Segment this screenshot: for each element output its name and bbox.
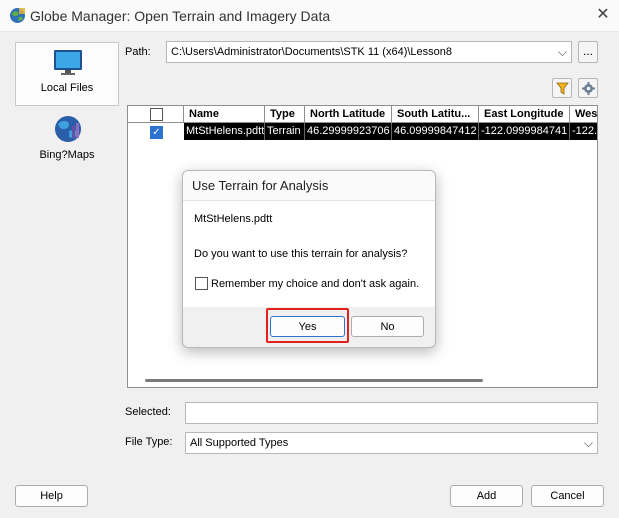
help-button[interactable]: Help [15, 485, 88, 507]
column-header-north-latitude[interactable]: North Latitude [305, 106, 392, 122]
browse-button[interactable]: ... [578, 41, 598, 63]
add-button[interactable]: Add [450, 485, 523, 507]
no-button[interactable]: No [351, 316, 424, 337]
column-header-name[interactable]: Name [184, 106, 265, 122]
close-icon[interactable]: ✕ [594, 6, 612, 24]
sidebar-item-local-files[interactable]: Local Files [15, 42, 119, 106]
cell-south-latitude: 46.09999847412 [392, 123, 479, 140]
sidebar-item-label: Bing?Maps [39, 149, 95, 161]
filter-button[interactable] [552, 78, 572, 98]
selected-field[interactable] [185, 402, 598, 424]
remember-choice-label[interactable]: Remember my choice and don't ask again. [211, 278, 419, 290]
row-select-cell: ✓ [128, 123, 184, 140]
row-checkbox[interactable]: ✓ [150, 126, 163, 139]
monitor-icon [54, 50, 82, 75]
dialog-body: MtStHelens.pdtt Do you want to use this … [183, 201, 435, 307]
globe-icon [55, 116, 81, 142]
remember-choice-checkbox[interactable] [195, 277, 208, 290]
globe-app-icon [10, 8, 25, 23]
column-header-type[interactable]: Type [265, 106, 305, 122]
dialog-title-bar: Use Terrain for Analysis [183, 171, 435, 201]
horizontal-scrollbar[interactable] [145, 379, 483, 382]
dialog-question: Do you want to use this terrain for anal… [194, 248, 408, 260]
sidebar-item-bing-maps[interactable]: Bing?Maps [15, 110, 119, 166]
window-title: Globe Manager: Open Terrain and Imagery … [30, 8, 331, 24]
sidebar-item-label: Local Files [40, 82, 94, 94]
gear-icon [582, 82, 595, 95]
chevron-down-icon: ⌵ [557, 45, 567, 59]
cell-name: MtStHelens.pdtt [184, 123, 265, 140]
dialog-filename: MtStHelens.pdtt [194, 213, 273, 225]
yes-button[interactable]: Yes [270, 316, 345, 337]
table-row[interactable]: ✓ MtStHelens.pdtt Terrain 46.29999923706… [128, 123, 597, 140]
cell-north-latitude: 46.29999923706 [305, 123, 392, 140]
path-value: C:\Users\Administrator\Documents\STK 11 … [171, 46, 453, 58]
grid-header: Name Type North Latitude South Latitu...… [128, 106, 597, 123]
file-type-label: File Type: [125, 436, 173, 448]
cancel-button[interactable]: Cancel [531, 485, 604, 507]
chevron-down-icon: ⌵ [583, 436, 593, 450]
column-header-select[interactable] [128, 106, 184, 122]
file-type-select[interactable]: All Supported Types ⌵ [185, 432, 598, 454]
path-label: Path: [125, 46, 151, 58]
column-header-east-longitude[interactable]: East Longitude [479, 106, 570, 122]
path-combo[interactable]: C:\Users\Administrator\Documents\STK 11 … [166, 41, 572, 63]
cell-type: Terrain [265, 123, 305, 140]
file-type-value: All Supported Types [190, 437, 289, 449]
dialog-title: Use Terrain for Analysis [192, 178, 329, 193]
use-terrain-dialog: Use Terrain for Analysis MtStHelens.pdtt… [182, 170, 436, 348]
cell-east-longitude: -122.0999984741 [479, 123, 570, 140]
title-bar: Globe Manager: Open Terrain and Imagery … [0, 0, 619, 32]
cell-west-longitude: -122.3 [570, 123, 597, 140]
select-all-checkbox[interactable] [150, 108, 163, 121]
column-header-south-latitude[interactable]: South Latitu... [392, 106, 479, 122]
selected-label: Selected: [125, 406, 171, 418]
filter-icon [556, 82, 569, 95]
column-header-west-longitude[interactable]: Wes [570, 106, 597, 122]
settings-button[interactable] [578, 78, 598, 98]
